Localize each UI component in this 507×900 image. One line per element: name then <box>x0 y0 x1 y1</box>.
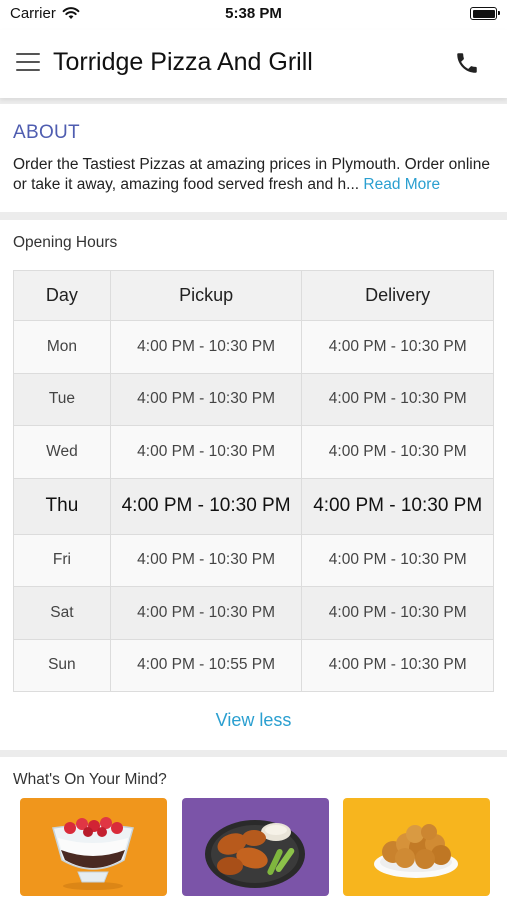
table-row: Thu 4:00 PM - 10:30 PM 4:00 PM - 10:30 PM <box>13 477 494 535</box>
hours-cell-pickup: 4:00 PM - 10:30 PM <box>109 586 303 640</box>
hours-cell-delivery: 4:00 PM - 10:30 PM <box>301 320 494 374</box>
whats-on-your-mind-heading: What's On Your Mind? <box>13 771 167 788</box>
page-title: Torridge Pizza And Grill <box>53 48 313 76</box>
hours-cell-pickup: 4:00 PM - 10:30 PM <box>109 425 303 479</box>
hours-cell-delivery: 4:00 PM - 10:30 PM <box>301 477 494 535</box>
chicken-wings-icon <box>205 820 305 888</box>
category-tile-fried-chicken[interactable] <box>343 798 490 896</box>
column-header-delivery: Delivery <box>301 270 494 321</box>
table-row: Wed 4:00 PM - 10:30 PM 4:00 PM - 10:30 PM <box>13 425 494 479</box>
opening-hours-table: Day Pickup Delivery Mon 4:00 PM - 10:30 P… <box>13 270 494 692</box>
hours-cell-pickup: 4:00 PM - 10:30 PM <box>109 372 303 426</box>
hours-cell-delivery: 4:00 PM - 10:30 PM <box>301 372 494 426</box>
hours-cell-pickup: 4:00 PM - 10:30 PM <box>109 477 303 535</box>
table-row: Sat 4:00 PM - 10:30 PM 4:00 PM - 10:30 PM <box>13 586 494 640</box>
about-text: Order the Tastiest Pizzas at amazing pri… <box>13 155 499 195</box>
column-header-day: Day <box>13 270 111 321</box>
column-header-pickup: Pickup <box>109 270 303 321</box>
view-less-button[interactable]: View less <box>0 710 507 731</box>
table-row: Mon 4:00 PM - 10:30 PM 4:00 PM - 10:30 PM <box>13 320 494 374</box>
fried-chicken-icon <box>374 824 458 878</box>
hours-cell-delivery: 4:00 PM - 10:30 PM <box>301 638 494 692</box>
about-section: ABOUT Order the Tastiest Pizzas at amazi… <box>0 104 507 212</box>
hours-cell-delivery: 4:00 PM - 10:30 PM <box>301 533 494 587</box>
table-row: Tue 4:00 PM - 10:30 PM 4:00 PM - 10:30 PM <box>13 372 494 426</box>
opening-hours-section: Opening Hours Day Pickup Delivery Mon 4:0… <box>0 220 507 750</box>
table-header-row: Day Pickup Delivery <box>13 270 494 321</box>
category-tile-wings[interactable] <box>182 798 329 896</box>
hours-cell-day: Mon <box>13 320 111 374</box>
hours-cell-pickup: 4:00 PM - 10:30 PM <box>109 320 303 374</box>
status-time: 5:38 PM <box>225 5 282 22</box>
app-header: Torridge Pizza And Grill <box>0 30 507 98</box>
hours-cell-day: Thu <box>13 477 111 535</box>
hours-cell-day: Sat <box>13 586 111 640</box>
table-row: Sun 4:00 PM - 10:55 PM 4:00 PM - 10:30 PM <box>13 638 494 692</box>
hours-cell-day: Sun <box>13 638 111 692</box>
whats-on-your-mind-section: What's On Your Mind? <box>0 757 507 900</box>
hours-cell-day: Fri <box>13 533 111 587</box>
table-row: Fri 4:00 PM - 10:30 PM 4:00 PM - 10:30 PM <box>13 533 494 587</box>
phone-icon[interactable] <box>454 50 480 76</box>
category-tile-dessert[interactable] <box>20 798 167 896</box>
hours-cell-day: Tue <box>13 372 111 426</box>
hours-cell-day: Wed <box>13 425 111 479</box>
about-heading: ABOUT <box>13 122 80 143</box>
hours-cell-delivery: 4:00 PM - 10:30 PM <box>301 425 494 479</box>
hamburger-menu-icon[interactable] <box>16 53 40 73</box>
read-more-link[interactable]: Read More <box>363 176 440 193</box>
hours-cell-pickup: 4:00 PM - 10:30 PM <box>109 533 303 587</box>
dessert-bowl-icon <box>52 817 134 890</box>
hours-cell-pickup: 4:00 PM - 10:55 PM <box>109 638 303 692</box>
opening-hours-rows: Mon 4:00 PM - 10:30 PM 4:00 PM - 10:30 PM T… <box>13 320 494 692</box>
hours-cell-delivery: 4:00 PM - 10:30 PM <box>301 586 494 640</box>
status-bar: Carrier 5:38 PM <box>0 0 507 30</box>
battery-icon <box>470 7 500 20</box>
opening-hours-heading: Opening Hours <box>13 234 118 251</box>
